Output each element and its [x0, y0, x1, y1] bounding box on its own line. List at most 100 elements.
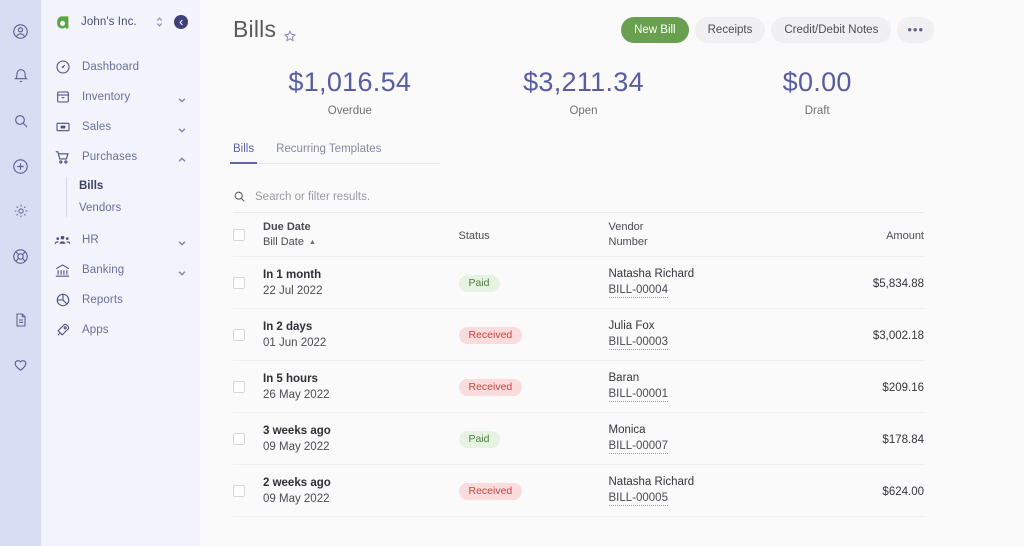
page-header: Bills New Bill Receipts Credit/Debit Not…	[200, 0, 1024, 43]
select-all-cell	[233, 229, 263, 241]
row-checkbox[interactable]	[233, 277, 245, 289]
summary-draft: $0.00 Draft	[700, 67, 934, 117]
status-badge: Received	[459, 327, 523, 345]
column-header-bill-date[interactable]: Bill Date ▲	[263, 236, 459, 248]
more-options-button[interactable]: •••	[897, 17, 934, 43]
row-bill-number[interactable]: BILL-00005	[609, 492, 668, 506]
sidebar-item-dashboard[interactable]: Dashboard	[41, 52, 200, 82]
sidebar-item-vendors[interactable]: Vendors	[79, 197, 200, 219]
bills-table: Due Date Bill Date ▲ Status Vendor Numbe…	[233, 213, 924, 517]
sidebar-item-bills[interactable]: Bills	[79, 175, 200, 197]
account-icon[interactable]	[6, 16, 36, 46]
row-bill-number[interactable]: BILL-00007	[609, 440, 668, 454]
document-icon[interactable]	[6, 305, 36, 335]
table-row[interactable]: In 1 month 22 Jul 2022 Paid Natasha Rich…	[233, 257, 924, 309]
hr-icon	[54, 232, 71, 249]
sidebar-label: Dashboard	[82, 61, 187, 73]
row-date-cell: In 5 hours 26 May 2022	[263, 373, 459, 401]
gear-icon[interactable]	[6, 196, 36, 226]
tab-recurring-templates[interactable]: Recurring Templates	[276, 143, 381, 163]
row-date-cell: In 2 days 01 Jun 2022	[263, 321, 459, 349]
status-badge: Received	[459, 483, 523, 501]
chevron-down-icon[interactable]	[177, 92, 187, 102]
sidebar-label: Banking	[82, 264, 166, 276]
column-header-date[interactable]: Due Date Bill Date ▲	[263, 221, 459, 248]
inventory-icon	[54, 89, 71, 106]
sidebar-collapse-button[interactable]	[174, 15, 188, 29]
row-bill-number[interactable]: BILL-00001	[609, 388, 668, 402]
row-vendor-cell: Julia Fox BILL-00003	[609, 320, 805, 350]
chevron-down-icon[interactable]	[177, 122, 187, 132]
column-header-amount[interactable]: Amount	[804, 226, 924, 244]
column-header-vendor[interactable]: Vendor Number	[609, 221, 805, 248]
sidebar-label: Apps	[82, 324, 187, 336]
row-checkbox[interactable]	[233, 433, 245, 445]
row-vendor-name: Baran	[609, 372, 805, 384]
search-icon	[233, 190, 246, 203]
chevron-down-icon[interactable]	[177, 265, 187, 275]
tab-bills[interactable]: Bills	[233, 143, 254, 163]
bell-icon[interactable]	[6, 61, 36, 91]
summary-value: $3,211.34	[467, 67, 701, 98]
row-checkbox[interactable]	[233, 381, 245, 393]
table-row[interactable]: In 5 hours 26 May 2022 Received Baran BI…	[233, 361, 924, 413]
sidebar-label: Reports	[82, 294, 187, 306]
row-due-relative: 2 weeks ago	[263, 477, 459, 489]
table-row[interactable]: 2 weeks ago 09 May 2022 Received Natasha…	[233, 465, 924, 517]
sidebar-item-inventory[interactable]: Inventory	[41, 82, 200, 112]
column-header-number-label: Number	[609, 236, 805, 248]
table-row[interactable]: In 2 days 01 Jun 2022 Received Julia Fox…	[233, 309, 924, 361]
row-vendor-name: Monica	[609, 424, 805, 436]
search-input[interactable]: Search or filter results.	[255, 191, 370, 203]
status-badge: Paid	[459, 275, 500, 293]
search-bar[interactable]: Search or filter results.	[233, 190, 924, 213]
heart-icon[interactable]	[6, 349, 36, 379]
org-name: John's Inc.	[81, 16, 147, 28]
row-bill-date: 09 May 2022	[263, 441, 459, 453]
chevron-up-icon[interactable]	[177, 152, 187, 162]
plus-circle-icon[interactable]	[6, 151, 36, 181]
sidebar-item-hr[interactable]: HR	[41, 225, 200, 255]
receipts-button[interactable]: Receipts	[695, 17, 766, 43]
sidebar-item-banking[interactable]: Banking	[41, 255, 200, 285]
sidebar-item-purchases[interactable]: Purchases	[41, 142, 200, 172]
lifebuoy-icon[interactable]	[6, 241, 36, 271]
table-row[interactable]: 3 weeks ago 09 May 2022 Paid Monica BILL…	[233, 413, 924, 465]
row-amount: $209.16	[882, 382, 924, 394]
chevron-updown-icon[interactable]	[155, 15, 164, 29]
row-vendor-cell: Monica BILL-00007	[609, 424, 805, 454]
row-checkbox[interactable]	[233, 485, 245, 497]
new-bill-button[interactable]: New Bill	[621, 17, 689, 43]
column-header-status[interactable]: Status	[459, 226, 609, 244]
chevron-down-icon[interactable]	[177, 235, 187, 245]
header-actions: New Bill Receipts Credit/Debit Notes •••	[621, 17, 934, 43]
reports-icon	[54, 292, 71, 309]
sidebar-item-sales[interactable]: Sales	[41, 112, 200, 142]
row-bill-number[interactable]: BILL-00003	[609, 336, 668, 350]
org-switcher[interactable]: John's Inc.	[41, 0, 200, 44]
sidebar-item-reports[interactable]: Reports	[41, 285, 200, 315]
row-checkbox[interactable]	[233, 329, 245, 341]
sidebar-label: Purchases	[82, 151, 166, 163]
row-amount-cell: $5,834.88	[804, 274, 924, 292]
summary-label: Draft	[700, 105, 934, 117]
row-amount-cell: $3,002.18	[804, 326, 924, 344]
row-status-cell: Paid	[459, 273, 609, 293]
table-header-row: Due Date Bill Date ▲ Status Vendor Numbe…	[233, 213, 924, 257]
row-amount: $178.84	[882, 434, 924, 446]
row-bill-number[interactable]: BILL-00004	[609, 284, 668, 298]
credit-debit-notes-button[interactable]: Credit/Debit Notes	[771, 17, 891, 43]
row-select-cell	[233, 381, 263, 393]
search-icon[interactable]	[6, 106, 36, 136]
row-bill-date: 01 Jun 2022	[263, 337, 459, 349]
star-icon[interactable]	[283, 22, 298, 37]
purchases-icon	[54, 149, 71, 166]
status-badge: Received	[459, 379, 523, 397]
select-all-checkbox[interactable]	[233, 229, 245, 241]
sidebar-item-apps[interactable]: Apps	[41, 315, 200, 345]
row-date-cell: In 1 month 22 Jul 2022	[263, 269, 459, 297]
row-vendor-cell: Baran BILL-00001	[609, 372, 805, 402]
status-badge: Paid	[459, 431, 500, 449]
row-select-cell	[233, 433, 263, 445]
row-amount: $3,002.18	[873, 330, 924, 342]
